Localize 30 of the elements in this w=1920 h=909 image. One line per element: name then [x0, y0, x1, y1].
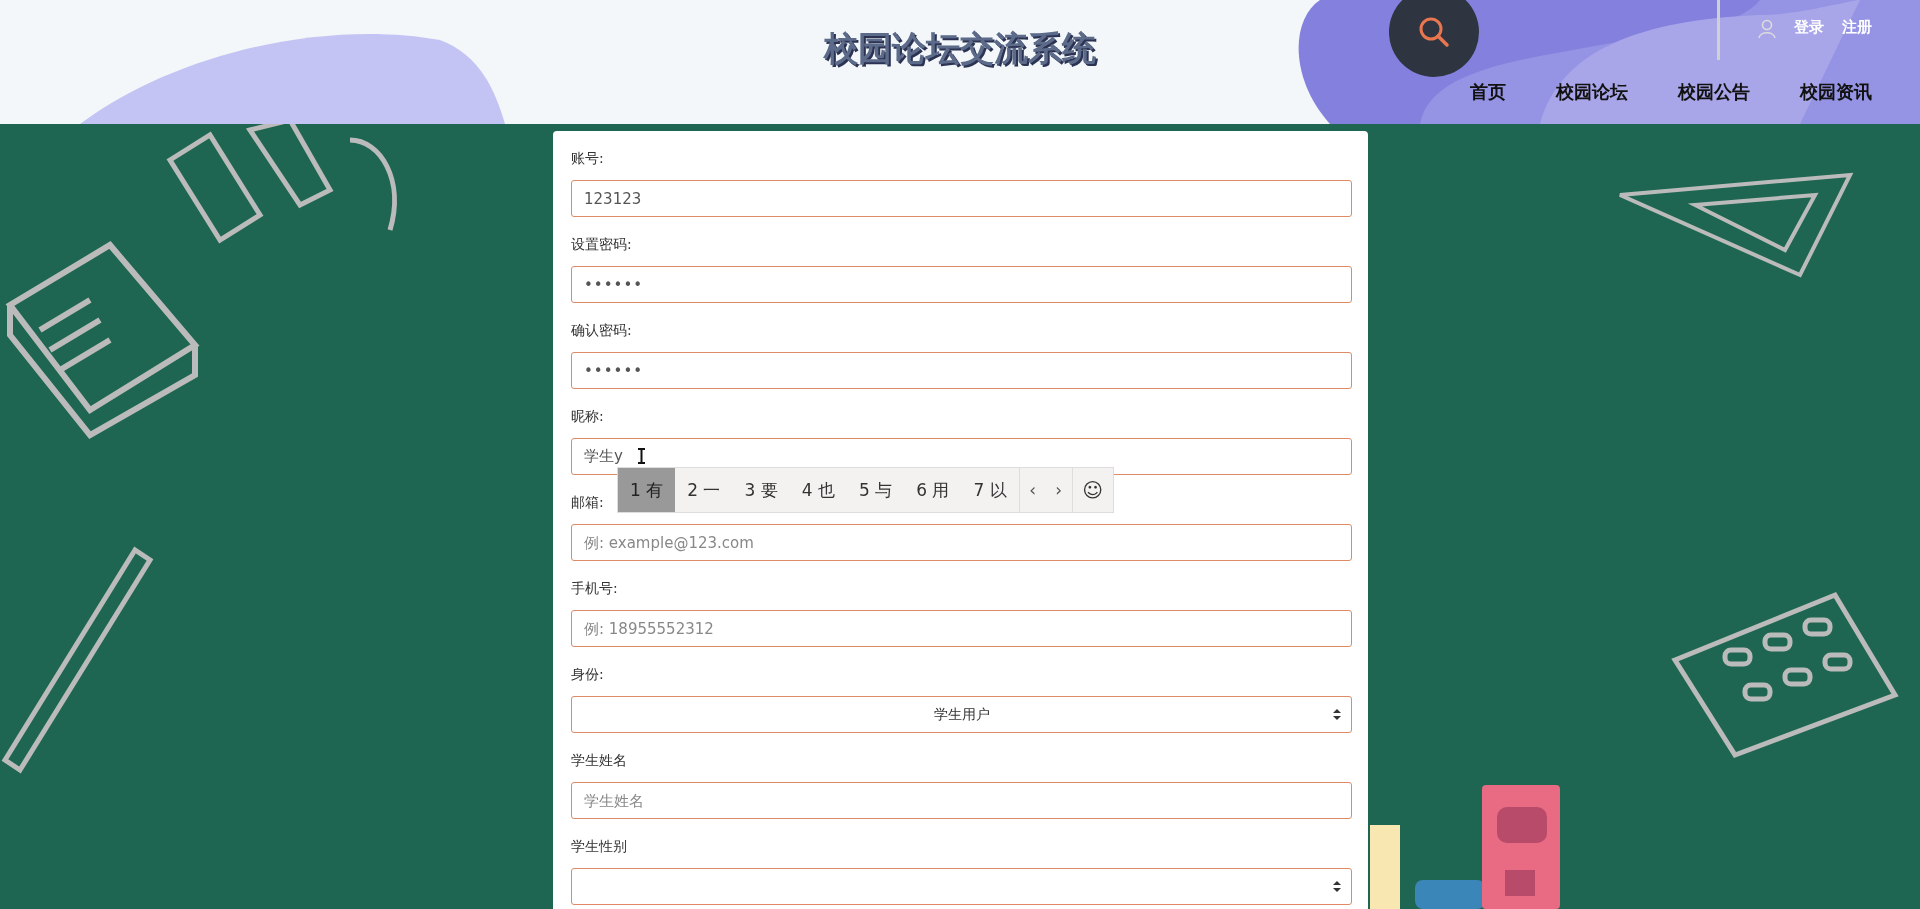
text-cursor-icon — [637, 448, 646, 464]
site-title: 校园论坛交流系统 — [824, 27, 1096, 70]
nav-link[interactable]: 校园论坛 — [1556, 80, 1628, 104]
prev-page-button[interactable]: ‹ — [1018, 468, 1046, 512]
input-field[interactable]: 学生姓名 — [571, 782, 1352, 819]
field-label: 学生性别 — [571, 837, 628, 856]
input-field[interactable]: 例: example@123.com — [571, 524, 1352, 561]
field-label: 昵称: — [571, 407, 605, 426]
emoji-button[interactable]: ☺ — [1071, 468, 1113, 512]
search-icon — [1417, 15, 1451, 49]
nav-link[interactable]: 首页 — [1470, 80, 1506, 104]
nav-link[interactable]: 校园公告 — [1678, 80, 1750, 104]
field-label: 学生姓名 — [571, 751, 628, 770]
field-label: 手机号: — [571, 579, 619, 598]
select-field[interactable]: 学生用户 — [571, 696, 1352, 733]
select-field[interactable] — [571, 868, 1352, 905]
password-field[interactable]: •••••• — [571, 266, 1352, 303]
field-label: 确认密码: — [571, 321, 633, 340]
nav-link[interactable]: 校园资讯 — [1800, 80, 1872, 104]
updown-caret-icon — [1333, 709, 1341, 720]
field-label: 邮箱: — [571, 493, 605, 512]
candidate-item[interactable]: 1 有 — [618, 468, 676, 512]
input-field[interactable]: 例: 18955552312 — [571, 610, 1352, 647]
field-label: 设置密码: — [571, 235, 633, 254]
field-label: 账号: — [571, 149, 605, 168]
user-icon — [1758, 19, 1776, 39]
password-field[interactable]: •••••• — [571, 352, 1352, 389]
updown-caret-icon — [1333, 881, 1341, 892]
input-field[interactable]: 123123 — [571, 180, 1352, 217]
field-label: 身份: — [571, 665, 605, 684]
